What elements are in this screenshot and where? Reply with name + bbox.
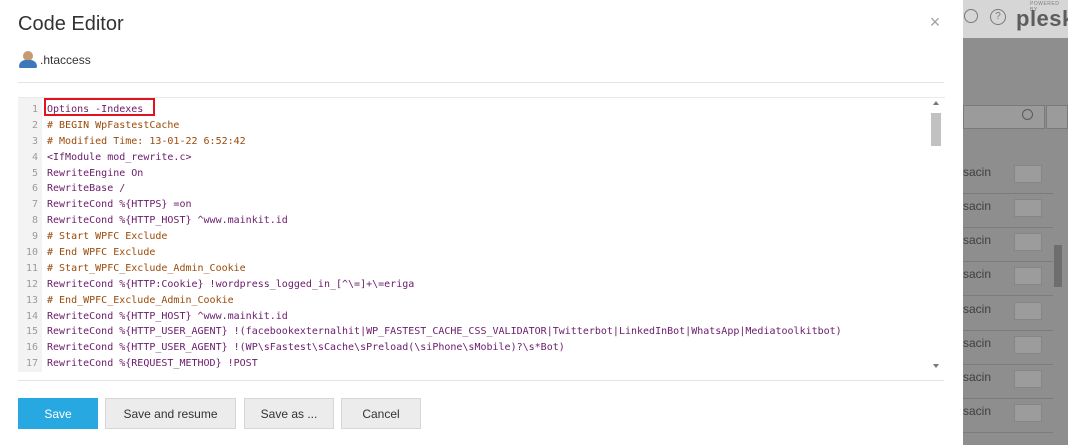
code-line[interactable]: 8 RewriteCond %{HTTP_HOST} ^www.mainkit.i… bbox=[18, 213, 928, 229]
save-and-resume-button[interactable]: Save and resume bbox=[105, 398, 236, 429]
code-text: RewriteCond %{HTTP:Cookie} !wordpress_lo… bbox=[47, 278, 415, 290]
code-line[interactable]: 11 # Start_WPFC_Exclude_Admin_Cookie bbox=[18, 261, 928, 277]
code-text: # End WPFC Exclude bbox=[47, 247, 156, 259]
line-number: 4 bbox=[31, 151, 38, 163]
scroll-down-icon[interactable] bbox=[933, 364, 939, 368]
code-text: # Start WPFC Exclude bbox=[47, 231, 168, 243]
code-line[interactable]: 12 RewriteCond %{HTTP:Cookie} !wordpress_… bbox=[18, 277, 928, 293]
code-text: RewriteEngine On bbox=[47, 167, 144, 179]
code-line[interactable]: 7 RewriteCond %{HTTPS} =on bbox=[18, 197, 928, 213]
line-number: 13 bbox=[25, 294, 38, 306]
modal-title: Code Editor bbox=[18, 13, 124, 35]
background-row-menu-icon bbox=[1014, 302, 1042, 320]
code-line[interactable]: 10 # End WPFC Exclude bbox=[18, 245, 928, 261]
code-text: RewriteBase / bbox=[47, 183, 126, 195]
code-line[interactable]: 3 # Modified Time: 13-01-22 6:52:42 bbox=[18, 134, 928, 150]
help-icon: ? bbox=[990, 9, 1006, 25]
line-number: 17 bbox=[25, 358, 38, 370]
line-number: 3 bbox=[31, 135, 38, 147]
code-editor-modal: Code Editor × .htaccess 1 Options -Indexe… bbox=[0, 0, 963, 445]
code-line[interactable]: 15 RewriteCond %{HTTP_USER_AGENT} !(faceb… bbox=[18, 324, 928, 340]
scrollbar-thumb[interactable] bbox=[931, 113, 941, 146]
line-number: 7 bbox=[31, 199, 38, 211]
settings-icon bbox=[964, 9, 978, 23]
code-line[interactable]: 6 RewriteBase / bbox=[18, 181, 928, 197]
code-line[interactable]: 2 # BEGIN WpFastestCache bbox=[18, 118, 928, 134]
code-line[interactable]: 9 # Start WPFC Exclude bbox=[18, 229, 928, 245]
line-number: 14 bbox=[25, 310, 38, 322]
line-number: 5 bbox=[31, 167, 38, 179]
code-text: RewriteCond %{HTTPS} =on bbox=[47, 199, 192, 211]
code-text: RewriteCond %{HTTP_USER_AGENT} !(faceboo… bbox=[47, 326, 842, 338]
background-row-label: sacin bbox=[963, 336, 992, 350]
background-row-menu-icon bbox=[1014, 165, 1042, 183]
background-row-label: sacin bbox=[963, 370, 992, 384]
save-button[interactable]: Save bbox=[18, 398, 98, 429]
background-row-menu-icon bbox=[1014, 336, 1042, 354]
code-line[interactable]: 5 RewriteEngine On bbox=[18, 166, 928, 182]
background-row-menu-icon bbox=[1014, 404, 1042, 422]
background-row-label: sacin bbox=[963, 199, 992, 213]
cancel-button[interactable]: Cancel bbox=[341, 398, 421, 429]
file-info: .htaccess bbox=[18, 51, 91, 69]
background-row-label: sacin bbox=[963, 302, 992, 316]
background-row-menu-icon bbox=[1014, 370, 1042, 388]
code-lines: 1 Options -Indexes 2 # BEGIN WpFastestCache… bbox=[18, 102, 928, 372]
line-number: 8 bbox=[31, 215, 38, 227]
user-icon bbox=[18, 51, 38, 69]
code-text: # BEGIN WpFastestCache bbox=[47, 119, 180, 131]
code-line[interactable]: 17 RewriteCond %{REQUEST_METHOD} !POST bbox=[18, 356, 928, 372]
background-row-label: sacin bbox=[963, 165, 992, 179]
background-row-label: sacin bbox=[963, 404, 992, 418]
code-line[interactable]: 1 Options -Indexes bbox=[18, 102, 928, 118]
line-number: 11 bbox=[25, 262, 38, 274]
line-number: 10 bbox=[25, 247, 38, 259]
background-scrollbar-thumb bbox=[1054, 245, 1062, 287]
background-row-menu-icon bbox=[1014, 199, 1042, 217]
code-text: # Modified Time: 13-01-22 6:52:42 bbox=[47, 135, 246, 147]
code-text: # End_WPFC_Exclude_Admin_Cookie bbox=[47, 294, 234, 306]
save-as-button[interactable]: Save as ... bbox=[244, 398, 334, 429]
code-line[interactable]: 4 <IfModule mod_rewrite.c> bbox=[18, 150, 928, 166]
search-icon bbox=[1022, 109, 1033, 120]
line-number: 15 bbox=[25, 326, 38, 338]
line-number: 2 bbox=[31, 119, 38, 131]
code-line[interactable]: 13 # End_WPFC_Exclude_Admin_Cookie bbox=[18, 293, 928, 309]
line-number: 16 bbox=[25, 342, 38, 354]
code-editor-area[interactable]: 1 Options -Indexes 2 # BEGIN WpFastestCache… bbox=[18, 97, 945, 372]
line-number: 9 bbox=[31, 231, 38, 243]
editor-scrollbar[interactable] bbox=[929, 98, 943, 372]
code-text: <IfModule mod_rewrite.c> bbox=[47, 151, 192, 163]
code-text: RewriteCond %{HTTP_USER_AGENT} !(WP\sFas… bbox=[47, 342, 565, 354]
plesk-logo: plesk bbox=[1016, 6, 1068, 31]
code-line[interactable]: 14 RewriteCond %{HTTP_HOST} ^www.mainkit.… bbox=[18, 309, 928, 325]
code-text: # Start_WPFC_Exclude_Admin_Cookie bbox=[47, 262, 246, 274]
line-number: 6 bbox=[31, 183, 38, 195]
code-line[interactable]: 16 RewriteCond %{HTTP_USER_AGENT} !(WP\sF… bbox=[18, 340, 928, 356]
close-icon[interactable]: × bbox=[928, 13, 942, 31]
line-number: 12 bbox=[25, 278, 38, 290]
scroll-up-icon[interactable] bbox=[933, 101, 939, 105]
background-search-input bbox=[963, 105, 1045, 129]
background-row-menu-icon bbox=[1014, 267, 1042, 285]
background-row-menu-icon bbox=[1014, 233, 1042, 251]
background-search-button bbox=[1046, 105, 1068, 129]
file-name: .htaccess bbox=[40, 53, 91, 67]
code-text: RewriteCond %{HTTP_HOST} ^www.mainkit.id bbox=[47, 215, 288, 227]
code-text: RewriteCond %{HTTP_HOST} ^www.mainkit.id bbox=[47, 310, 288, 322]
background-row-label: sacin bbox=[963, 233, 992, 247]
line-number: 1 bbox=[31, 104, 38, 115]
divider bbox=[18, 82, 944, 83]
divider bbox=[18, 380, 944, 381]
code-text: Options -Indexes bbox=[47, 104, 144, 115]
background-row-label: sacin bbox=[963, 267, 992, 281]
code-text: RewriteCond %{REQUEST_METHOD} !POST bbox=[47, 358, 258, 370]
